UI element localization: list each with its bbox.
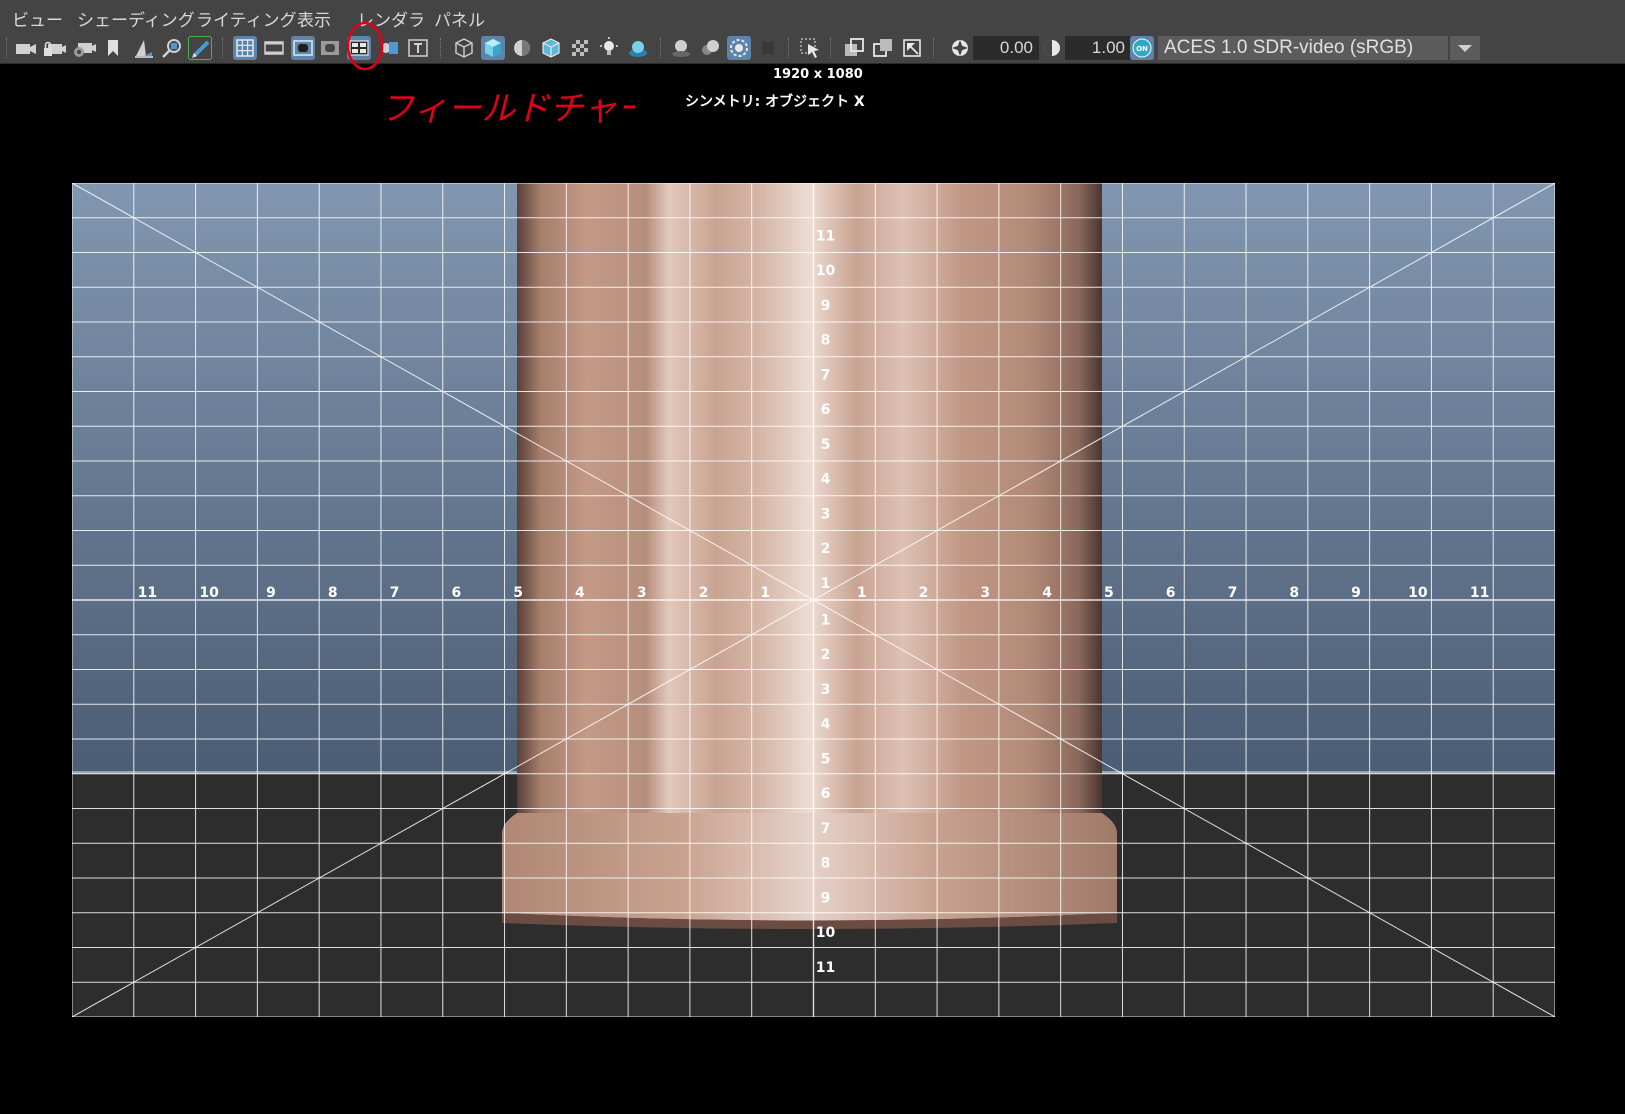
color-management-toggle-label: ON — [1136, 45, 1148, 53]
image-plane-icon[interactable] — [132, 36, 156, 60]
y-tick-label: 7 — [821, 821, 831, 837]
x-tick-label: 8 — [1289, 585, 1299, 601]
y-tick-label: 5 — [821, 437, 831, 453]
motion-blur-icon[interactable] — [698, 36, 722, 60]
x-tick-label: 8 — [328, 585, 338, 601]
x-tick-label: 11 — [1470, 585, 1489, 601]
x-tick-label: 3 — [980, 585, 990, 601]
panel-toolbar: 0.00 1.00 ON ACES 1.0 SDR-video (sRGB) — [0, 32, 1625, 64]
annotation-text: フィールドチャート — [380, 89, 635, 129]
y-tick-label: 3 — [821, 682, 831, 698]
xray-joints-icon[interactable] — [871, 36, 895, 60]
resolution-readout: 1920 x 1080 — [773, 67, 863, 82]
gamma-icon[interactable] — [1040, 36, 1064, 60]
exposure-field[interactable]: 0.00 — [973, 36, 1039, 60]
color-space-dropdown-arrow-icon[interactable] — [1450, 36, 1480, 60]
y-tick-label: 2 — [821, 541, 831, 557]
lock-camera-icon[interactable] — [42, 36, 66, 60]
multisample-aa-icon[interactable] — [727, 36, 751, 60]
color-space-select[interactable]: ACES 1.0 SDR-video (sRGB) — [1158, 36, 1448, 60]
x-tick-label: 11 — [138, 585, 157, 601]
y-tick-label: 8 — [821, 333, 831, 349]
toolbar-separator — [222, 38, 225, 58]
x-tick-label: 10 — [199, 585, 219, 601]
x-tick-label: 9 — [1351, 585, 1361, 601]
x-tick-label: 5 — [1104, 585, 1114, 601]
menu-show[interactable]: 表示 — [297, 6, 331, 31]
x-tick-label: 4 — [575, 585, 585, 601]
y-tick-label: 11 — [816, 228, 835, 244]
resolution-gate-icon[interactable] — [291, 36, 315, 60]
x-tick-label: 4 — [1042, 585, 1052, 601]
menu-view[interactable]: ビュー — [12, 6, 63, 31]
x-tick-label: 2 — [699, 585, 709, 601]
backface-culling-icon[interactable] — [900, 36, 924, 60]
toolbar-separator — [660, 38, 663, 58]
y-tick-label: 5 — [821, 751, 831, 767]
y-tick-label: 8 — [821, 856, 831, 872]
annotation-circle — [346, 21, 384, 71]
film-gate-icon[interactable] — [262, 36, 286, 60]
menu-shading[interactable]: シェーディング — [77, 6, 195, 31]
y-tick-label: 4 — [821, 717, 831, 733]
x-tick-label: 5 — [513, 585, 523, 601]
grid-icon[interactable] — [233, 36, 257, 60]
x-tick-label: 10 — [1408, 585, 1428, 601]
y-tick-label: 7 — [821, 367, 831, 383]
y-tick-label: 3 — [821, 506, 831, 522]
y-tick-label: 10 — [816, 925, 836, 941]
toolbar-separator — [6, 38, 9, 58]
x-tick-label: 2 — [919, 585, 929, 601]
y-tick-label: 4 — [821, 472, 831, 488]
screen-space-ao-icon[interactable] — [669, 36, 693, 60]
menu-lighting[interactable]: ライティング — [196, 6, 297, 31]
2d-pan-zoom-icon[interactable] — [160, 36, 184, 60]
symmetry-readout: シンメトリ: オブジェクト X — [685, 94, 865, 110]
field-chart-grid — [72, 183, 1555, 1017]
gamma-field[interactable]: 1.00 — [1065, 36, 1131, 60]
y-tick-label: 6 — [821, 786, 831, 802]
depth-of-field-icon[interactable] — [756, 36, 780, 60]
y-tick-label: 2 — [821, 647, 831, 663]
menu-bar: ビュー シェーディング ライティング 表示 レンダラ パネル — [0, 0, 1625, 32]
y-tick-label: 10 — [816, 263, 836, 279]
y-tick-label: 6 — [821, 402, 831, 418]
camera-attributes-icon[interactable] — [72, 36, 96, 60]
isolate-select-icon[interactable] — [798, 36, 822, 60]
y-tick-label: 9 — [821, 890, 831, 906]
toolbar-separator — [788, 38, 791, 58]
toolbar-separator — [933, 38, 936, 58]
select-camera-icon[interactable] — [14, 36, 38, 60]
x-tick-label: 1 — [857, 585, 867, 601]
xray-active-components-icon[interactable] — [842, 36, 866, 60]
x-tick-label: 1 — [760, 585, 770, 601]
toolbar-separator — [830, 38, 833, 58]
x-tick-label: 6 — [451, 585, 461, 601]
field-chart-y-labels: 11109876543211234567891011 — [816, 228, 836, 975]
x-tick-label: 7 — [1228, 585, 1238, 601]
y-tick-label: 9 — [821, 298, 831, 314]
x-tick-label: 7 — [390, 585, 400, 601]
x-tick-label: 3 — [637, 585, 647, 601]
color-management-toggle-icon[interactable]: ON — [1130, 36, 1154, 60]
annotation-circle-and-text: フィールドチャート — [346, 21, 635, 129]
bookmark-icon[interactable] — [101, 36, 125, 60]
grease-pencil-icon[interactable] — [188, 36, 212, 60]
y-tick-label: 11 — [816, 960, 835, 976]
y-tick-label: 1 — [821, 612, 831, 628]
x-tick-label: 6 — [1166, 585, 1176, 601]
y-tick-label: 1 — [821, 576, 831, 592]
exposure-icon[interactable] — [948, 36, 972, 60]
field-chart-overlay: 11 10 9 8 7 6 5 4 3 2 1 1 2 3 4 5 6 7 8 9 10 11 1110987654321… — [72, 183, 1555, 1017]
x-tick-label: 9 — [266, 585, 276, 601]
